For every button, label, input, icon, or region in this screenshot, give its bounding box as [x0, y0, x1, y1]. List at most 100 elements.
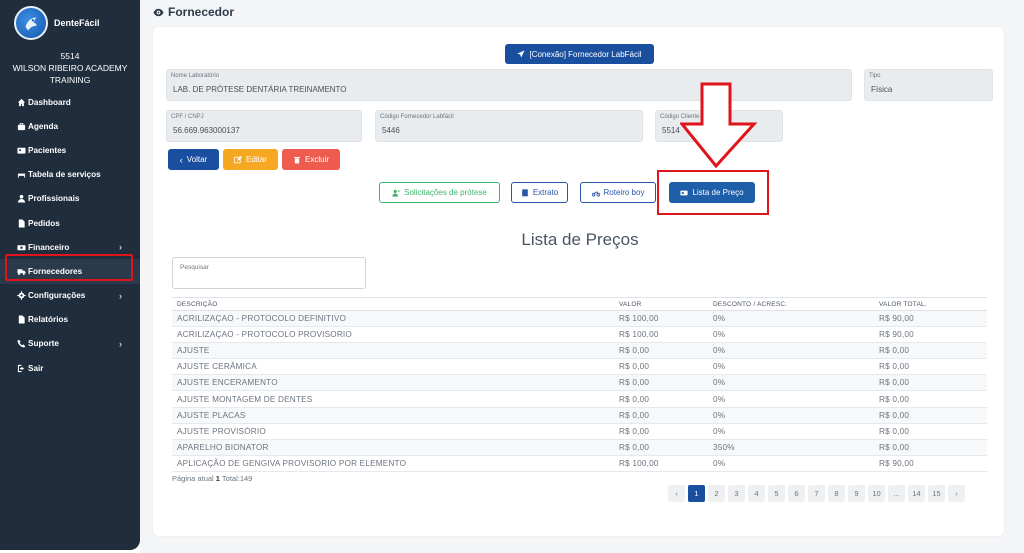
table-row[interactable]: APARELHO BIONATOR R$ 0,00 350% R$ 0,00 [172, 439, 987, 456]
sidebar-item-relatorios[interactable]: Relatórios [0, 308, 140, 332]
editar-button[interactable]: Editar [223, 149, 278, 170]
field-label: Tipo [869, 73, 881, 79]
cell-desconto: 0% [708, 390, 874, 408]
cell-valor: R$ 100,00 [614, 310, 708, 328]
pagination-page[interactable]: 2 [708, 485, 725, 502]
field-label: Código Fornecedor Labfácil [380, 114, 454, 120]
user-plus-icon [392, 189, 400, 197]
codigo-fornecedor-field[interactable]: Código Fornecedor Labfácil 5446 [375, 110, 643, 142]
sidebar-item-label: Relatórios [28, 315, 69, 325]
pagination-page[interactable]: 4 [748, 485, 765, 502]
tab-extrato[interactable]: Extrato [511, 182, 568, 203]
column-header-desconto[interactable]: DESCONTO / ACRESC. [708, 297, 874, 311]
table-row[interactable]: ACRILIZAÇAO - PROTOCOLO DEFINITIVO R$ 100… [172, 310, 987, 328]
page-info-total: Total:149 [219, 474, 253, 483]
field-label: Nome Laboratório [171, 73, 220, 79]
chevron-right-icon: › [119, 338, 122, 349]
connection-button-label: [Conexão] Fornecedor LabFácil [529, 49, 642, 59]
cell-valor: R$ 0,00 [614, 374, 708, 392]
pagination-page[interactable]: 15 [928, 485, 945, 502]
cell-valor: R$ 0,00 [614, 407, 708, 424]
cell-valor: R$ 0,00 [614, 358, 708, 376]
table-row[interactable]: AJUSTE MONTAGEM DE DENTES R$ 0,00 0% R$ 0,0… [172, 390, 987, 408]
sidebar-item-sair[interactable]: Sair [0, 356, 140, 380]
sidebar-item-agenda[interactable]: Agenda [0, 114, 140, 138]
field-value: 5446 [382, 126, 400, 135]
cell-descricao: AJUSTE PROVISÓRIO [172, 423, 614, 440]
parrot-logo-icon [14, 6, 48, 40]
briefcase-icon [16, 121, 26, 131]
sidebar-item-label: Tabela de serviços [28, 170, 101, 180]
table-row[interactable]: AJUSTE PLACAS R$ 0,00 0% R$ 0,00 [172, 407, 987, 424]
table-row[interactable]: APLICAÇÃO DE GENGIVA PROVISORIO POR ELEM… [172, 455, 987, 472]
sidebar-item-profissionais[interactable]: Profissionais [0, 187, 140, 211]
sidebar-item-label: Configurações [28, 291, 86, 301]
tab-solicitacoes-protese[interactable]: Solicitações de prótese [379, 182, 500, 203]
cpf-cnpj-field[interactable]: CPF / CNPJ 56.669.963000137 [166, 110, 362, 142]
search-input[interactable]: Pesquisar [172, 257, 366, 289]
pagination-page[interactable]: 3 [728, 485, 745, 502]
cell-valor: R$ 0,00 [614, 390, 708, 408]
connection-button[interactable]: [Conexão] Fornecedor LabFácil [505, 44, 654, 64]
sidebar-item-configuracoes[interactable]: Configurações › [0, 284, 140, 308]
search-placeholder: Pesquisar [180, 264, 209, 271]
table-row[interactable]: AJUSTE PROVISÓRIO R$ 0,00 0% R$ 0,00 [172, 423, 987, 440]
clinic-info: 5514 WILSON RIBEIRO ACADEMY TRAINING [0, 50, 140, 86]
pagination-prev[interactable]: ‹ [668, 485, 685, 502]
pagination-page[interactable]: 1 [688, 485, 705, 502]
cell-descricao: AJUSTE ENCERAMENTO [172, 374, 614, 392]
sidebar-item-dashboard[interactable]: Dashboard [0, 90, 140, 114]
excluir-button[interactable]: Excluir [282, 149, 340, 170]
cell-desconto: 0% [708, 342, 874, 360]
column-header-valor[interactable]: VALOR [614, 297, 708, 311]
column-header-valor-total[interactable]: VALOR TOTAL. [874, 297, 987, 311]
pagination-page[interactable]: 7 [808, 485, 825, 502]
voltar-button[interactable]: ‹ Voltar [168, 149, 219, 170]
table-row[interactable]: AJUSTE R$ 0,00 0% R$ 0,00 [172, 342, 987, 360]
pagination-page[interactable]: 14 [908, 485, 925, 502]
cell-desconto: 0% [708, 310, 874, 328]
pagination-page[interactable]: 6 [788, 485, 805, 502]
app-logo[interactable]: DenteFácil [14, 6, 126, 40]
sidebar-item-label: Pedidos [28, 218, 60, 228]
clinic-code: 5514 [60, 51, 80, 61]
table-row[interactable]: AJUSTE ENCERAMENTO R$ 0,00 0% R$ 0,00 [172, 374, 987, 392]
pagination-ellipsis: ... [888, 485, 905, 502]
cell-descricao: ACRILIZAÇAO - PROTOCOLO DEFINITIVO [172, 310, 614, 328]
tab-label: Extrato [532, 188, 559, 197]
pagination-page[interactable]: 9 [848, 485, 865, 502]
pagination-page[interactable]: 8 [828, 485, 845, 502]
highlight-box-lista-preco [657, 170, 769, 215]
cell-valor-total: R$ 0,00 [874, 423, 987, 440]
cell-valor: R$ 100,00 [614, 326, 708, 344]
sidebar-item-label: Agenda [28, 121, 59, 131]
cell-desconto: 0% [708, 326, 874, 344]
signout-icon [16, 363, 26, 373]
cell-desconto: 0% [708, 423, 874, 440]
table-row[interactable]: AJUSTE CERÂMICA R$ 0,00 0% R$ 0,00 [172, 358, 987, 376]
sidebar-item-pacientes[interactable]: Pacientes [0, 138, 140, 162]
cell-desconto: 0% [708, 374, 874, 392]
column-header-descricao[interactable]: DESCRIÇÃO [172, 297, 614, 311]
cell-valor-total: R$ 0,00 [874, 390, 987, 408]
tab-roteiro-boy[interactable]: Roteiro boy [580, 182, 656, 203]
field-value: LAB. DE PRÓTESE DENTÁRIA TREINAMENTO [173, 85, 347, 94]
cell-valor-total: R$ 0,00 [874, 374, 987, 392]
field-value: Física [871, 85, 893, 94]
pagination-next[interactable]: › [948, 485, 965, 502]
pagination-page[interactable]: 10 [868, 485, 885, 502]
pagination-page[interactable]: 5 [768, 485, 785, 502]
table-header-row: DESCRIÇÃO VALOR DESCONTO / ACRESC. VALOR… [172, 297, 987, 311]
tipo-field[interactable]: Tipo Física [864, 69, 993, 101]
sidebar-item-suporte[interactable]: Suporte › [0, 332, 140, 356]
edit-icon [234, 155, 243, 163]
chevron-right-icon: › [119, 290, 122, 301]
cell-descricao: APLICAÇÃO DE GENGIVA PROVISORIO POR ELEM… [172, 455, 614, 472]
table-row[interactable]: ACRILIZAÇAO - PROTOCOLO PROVISORIO R$ 100… [172, 326, 987, 344]
tab-label: Solicitações de prótese [404, 188, 487, 197]
cell-valor-total: R$ 0,00 [874, 407, 987, 424]
sidebar-item-tabela-servicos[interactable]: Tabela de serviços [0, 163, 140, 187]
page-info-prefix: Página atual [172, 474, 216, 483]
app-name: DenteFácil [54, 18, 100, 28]
phone-icon [16, 339, 26, 349]
